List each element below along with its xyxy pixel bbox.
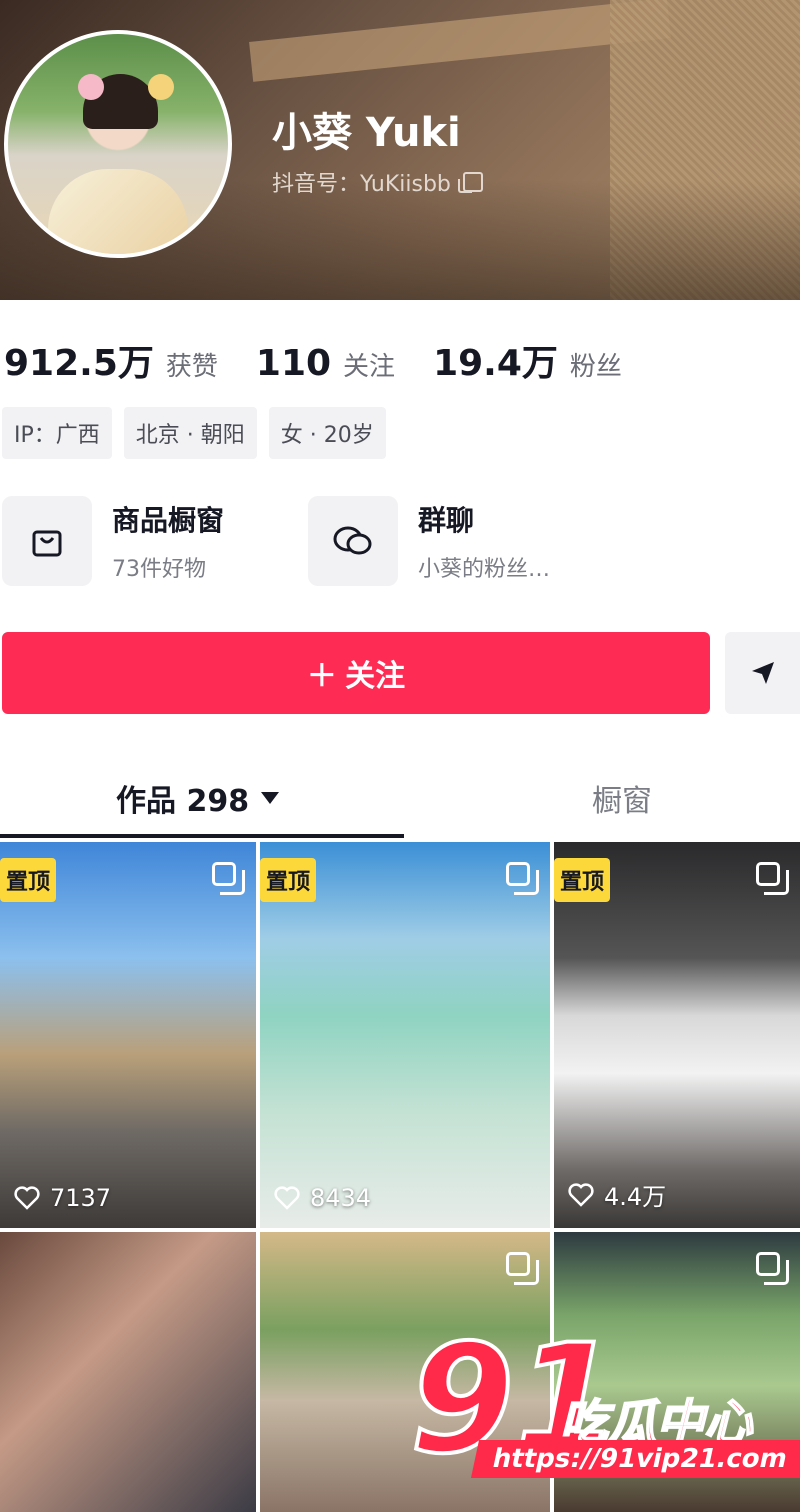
- video-tile[interactable]: [0, 1232, 256, 1512]
- shop-window-subtitle: 73件好物: [112, 557, 206, 582]
- video-tile[interactable]: 置顶 7137: [0, 842, 256, 1228]
- tab-works[interactable]: 作品 298: [116, 776, 280, 820]
- profile-name: 小葵 Yuki: [272, 110, 461, 156]
- multi-image-icon: [506, 862, 539, 895]
- like-count-value: 7137: [50, 1184, 112, 1212]
- stat-value: 912.5万: [4, 343, 154, 384]
- shop-window-title: 商品橱窗: [112, 504, 225, 537]
- heart-icon: [14, 1186, 40, 1210]
- stat-followers[interactable]: 19.4万 粉丝: [433, 334, 622, 386]
- stat-label: 关注: [343, 352, 396, 382]
- stat-following[interactable]: 110 关注: [256, 343, 395, 384]
- tab-indicator: [0, 834, 404, 838]
- caret-down-icon: [261, 792, 280, 804]
- heart-icon: [568, 1182, 594, 1207]
- stat-likes[interactable]: 912.5万 获赞: [4, 334, 218, 386]
- stat-value: 110: [255, 343, 332, 384]
- chat-bubbles-icon: [308, 496, 398, 586]
- avatar-flower: [148, 74, 174, 100]
- shopping-bag-icon: [2, 496, 92, 586]
- multi-image-icon: [212, 862, 245, 895]
- group-chat-title: 群聊: [418, 504, 475, 537]
- copy-icon[interactable]: [457, 172, 483, 193]
- content-tabs: 作品 298 橱窗: [0, 760, 800, 840]
- douyin-id[interactable]: 抖音号：YuKiisbb: [272, 166, 483, 198]
- follow-button[interactable]: ＋ 关注: [2, 632, 710, 714]
- avatar-flower: [78, 74, 104, 100]
- avatar[interactable]: [4, 30, 232, 258]
- heart-icon: [274, 1186, 300, 1210]
- stat-label: 获赞: [165, 352, 218, 382]
- like-count: 4.4万: [568, 1177, 666, 1212]
- stat-value: 19.4万: [433, 343, 558, 384]
- shop-window-entry[interactable]: 商品橱窗 73件好物: [2, 496, 224, 586]
- profile-tags: IP：广西 北京 · 朝阳 女 · 20岁: [2, 407, 386, 459]
- video-tile[interactable]: 置顶 4.4万: [554, 842, 800, 1228]
- tab-works-label: 作品 298: [116, 784, 250, 819]
- stat-label: 粉丝: [569, 352, 622, 382]
- avatar-robe: [48, 169, 188, 254]
- multi-image-icon: [756, 862, 789, 895]
- like-count-value: 8434: [310, 1184, 372, 1212]
- tag-ip: IP：广西: [2, 407, 112, 459]
- video-tile[interactable]: 置顶 8434: [260, 842, 550, 1228]
- group-chat-subtitle: 小葵的粉丝…: [418, 557, 551, 582]
- pinned-badge: 置顶: [0, 858, 57, 902]
- like-count: 8434: [274, 1184, 371, 1212]
- like-count-value: 4.4万: [604, 1183, 667, 1211]
- header-background-frame: [249, 0, 671, 82]
- douyin-id-text: 抖音号：YuKiisbb: [272, 172, 451, 197]
- profile-stats: 912.5万 获赞 110 关注 19.4万 粉丝: [4, 334, 660, 386]
- pinned-badge: 置顶: [554, 858, 611, 902]
- group-chat-entry[interactable]: 群聊 小葵的粉丝…: [308, 496, 550, 586]
- tag-location: 北京 · 朝阳: [123, 407, 257, 459]
- pinned-badge: 置顶: [260, 858, 317, 902]
- multi-image-icon: [756, 1252, 789, 1285]
- tab-showcase[interactable]: 橱窗: [592, 776, 652, 820]
- multi-image-icon: [506, 1252, 539, 1285]
- profile-header: 小葵 Yuki 抖音号：YuKiisbb: [0, 0, 800, 300]
- send-icon[interactable]: [725, 632, 800, 714]
- tag-gender-age: 女 · 20岁: [268, 407, 386, 459]
- watermark: 91 吃瓜中心 https://91vip21.com: [408, 1323, 800, 1500]
- watermark-url: https://91vip21.com: [470, 1440, 800, 1478]
- like-count: 7137: [14, 1184, 111, 1212]
